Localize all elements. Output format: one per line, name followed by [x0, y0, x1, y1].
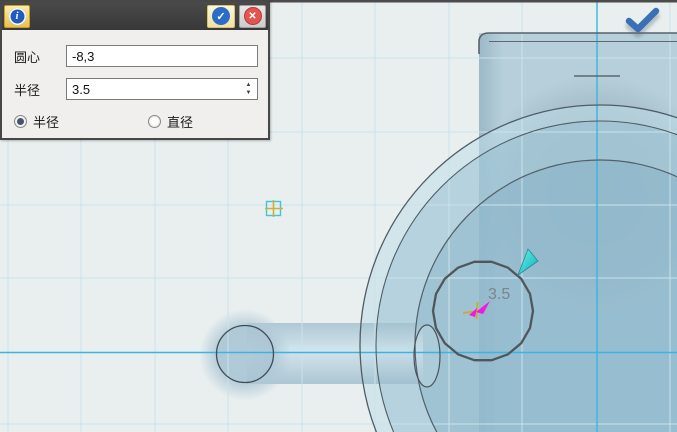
- accept-check-icon: ✓: [212, 7, 230, 25]
- radius-input[interactable]: [66, 78, 258, 100]
- dimension-label: 3.5: [488, 286, 510, 303]
- radio-radius-circle: [14, 115, 27, 128]
- radio-radius-label: 半径: [33, 112, 59, 131]
- radio-radius[interactable]: 半径: [14, 112, 59, 131]
- circle-properties-dialog: i ✓ ✕ 圆心 半径 ▲ ▼ 半径 直径: [0, 0, 270, 140]
- spinner-up-icon[interactable]: ▲: [246, 82, 252, 88]
- center-label: 圆心: [14, 47, 66, 66]
- info-icon: i: [9, 8, 26, 25]
- radius-spinner: ▲ ▼: [241, 79, 256, 99]
- spinner-down-icon[interactable]: ▼: [246, 90, 252, 96]
- radius-row: 半径 ▲ ▼: [14, 78, 268, 100]
- center-row: 圆心: [14, 45, 268, 67]
- radio-diameter-label: 直径: [167, 112, 193, 131]
- center-input[interactable]: [66, 45, 258, 67]
- dialog-titlebar: i ✓ ✕: [2, 2, 268, 30]
- accept-button[interactable]: ✓: [207, 5, 235, 28]
- radius-label: 半径: [14, 80, 66, 99]
- radio-diameter-circle: [148, 115, 161, 128]
- mode-row: 半径 直径: [14, 112, 268, 131]
- radio-diameter[interactable]: 直径: [148, 112, 193, 131]
- close-x-icon: ✕: [244, 7, 262, 25]
- info-button[interactable]: i: [4, 5, 30, 28]
- close-button[interactable]: ✕: [239, 5, 266, 28]
